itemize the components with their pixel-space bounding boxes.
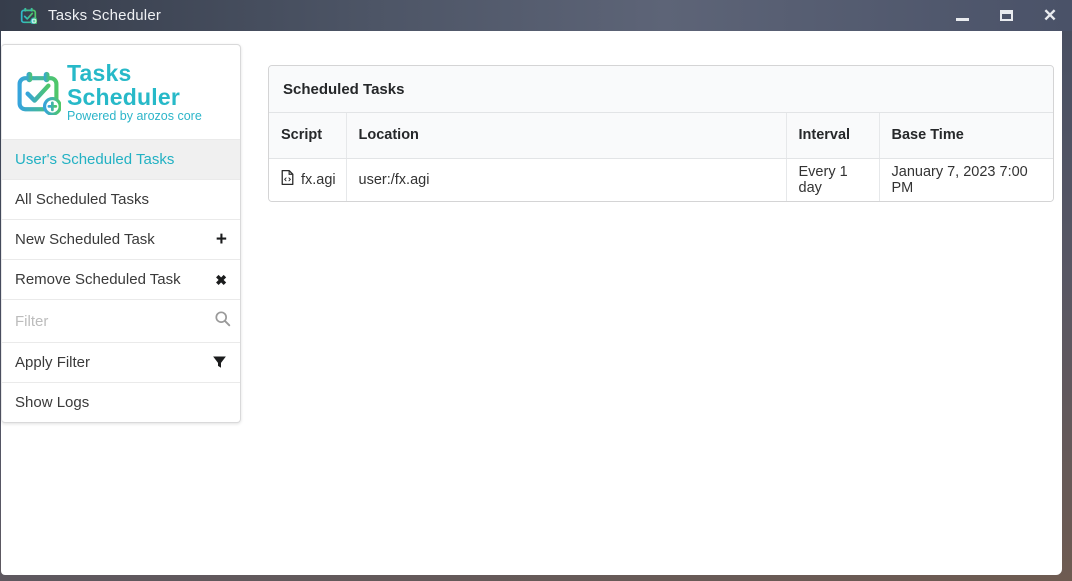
minimize-button[interactable]: [940, 0, 984, 31]
sidebar-item-apply-filter[interactable]: Apply Filter: [2, 342, 240, 382]
cell-interval: Every 1 day: [786, 158, 879, 201]
logo-title: Tasks Scheduler: [67, 61, 228, 109]
logo-calendar-icon: [15, 69, 61, 115]
logo-subtitle: Powered by arozos core: [67, 110, 228, 123]
app-calendar-icon: [20, 7, 37, 24]
sidebar-item-label: Remove Scheduled Task: [15, 271, 181, 288]
panel-title: Scheduled Tasks: [269, 66, 1053, 113]
sidebar-menu: User's Scheduled Tasks All Scheduled Tas…: [2, 139, 240, 299]
scheduled-tasks-table: Script Location Interval Base Time: [269, 113, 1054, 201]
titlebar[interactable]: Tasks Scheduler ✕: [0, 0, 1072, 31]
window-controls: ✕: [940, 0, 1072, 31]
sidebar-item-all-scheduled-tasks[interactable]: All Scheduled Tasks: [2, 179, 240, 219]
app-body: Tasks Scheduler Powered by arozos core U…: [1, 31, 1062, 575]
logo-text: Tasks Scheduler Powered by arozos core: [67, 61, 228, 123]
search-icon: [214, 310, 231, 332]
sidebar-item-remove-scheduled-task[interactable]: Remove Scheduled Task ✖: [2, 259, 240, 299]
plus-icon: +: [216, 230, 227, 249]
close-button[interactable]: ✕: [1028, 0, 1072, 31]
sidebar-item-label: Apply Filter: [15, 354, 90, 371]
cell-location: user:/fx.agi: [346, 158, 786, 201]
sidebar: Tasks Scheduler Powered by arozos core U…: [1, 44, 241, 423]
close-icon: ✕: [1043, 7, 1057, 24]
table-row[interactable]: fx.agi user:/fx.agi Every 1 day January …: [269, 158, 1054, 201]
sidebar-item-label: User's Scheduled Tasks: [15, 151, 174, 168]
sidebar-item-label: All Scheduled Tasks: [15, 191, 149, 208]
scheduled-tasks-panel: Scheduled Tasks Script Location Interval…: [268, 65, 1054, 202]
maximize-button[interactable]: [984, 0, 1028, 31]
sidebar-item-new-scheduled-task[interactable]: New Scheduled Task +: [2, 219, 240, 259]
minimize-icon: [956, 18, 969, 21]
sidebar-item-show-logs[interactable]: Show Logs: [2, 382, 240, 422]
file-code-icon: [281, 169, 294, 190]
script-name: fx.agi: [301, 172, 336, 188]
column-header-base-time: Base Time: [879, 113, 1054, 158]
cell-base-time: January 7, 2023 7:00 PM: [879, 158, 1054, 201]
app-logo: Tasks Scheduler Powered by arozos core: [2, 45, 240, 139]
column-header-interval: Interval: [786, 113, 879, 158]
sidebar-item-label: Show Logs: [15, 394, 89, 411]
sidebar-menu-bottom: Apply Filter Show Logs: [2, 342, 240, 422]
x-icon: ✖: [215, 273, 227, 287]
column-header-script: Script: [269, 113, 346, 158]
funnel-icon: [212, 355, 227, 370]
table-header-row: Script Location Interval Base Time: [269, 113, 1054, 158]
sidebar-item-label: New Scheduled Task: [15, 231, 155, 248]
filter-field-row: [2, 299, 240, 342]
cell-script: fx.agi: [269, 158, 346, 201]
window-title: Tasks Scheduler: [48, 7, 161, 24]
maximize-icon: [1000, 10, 1013, 21]
filter-input[interactable]: [15, 313, 214, 330]
column-header-location: Location: [346, 113, 786, 158]
sidebar-item-user-scheduled-tasks[interactable]: User's Scheduled Tasks: [2, 139, 240, 179]
